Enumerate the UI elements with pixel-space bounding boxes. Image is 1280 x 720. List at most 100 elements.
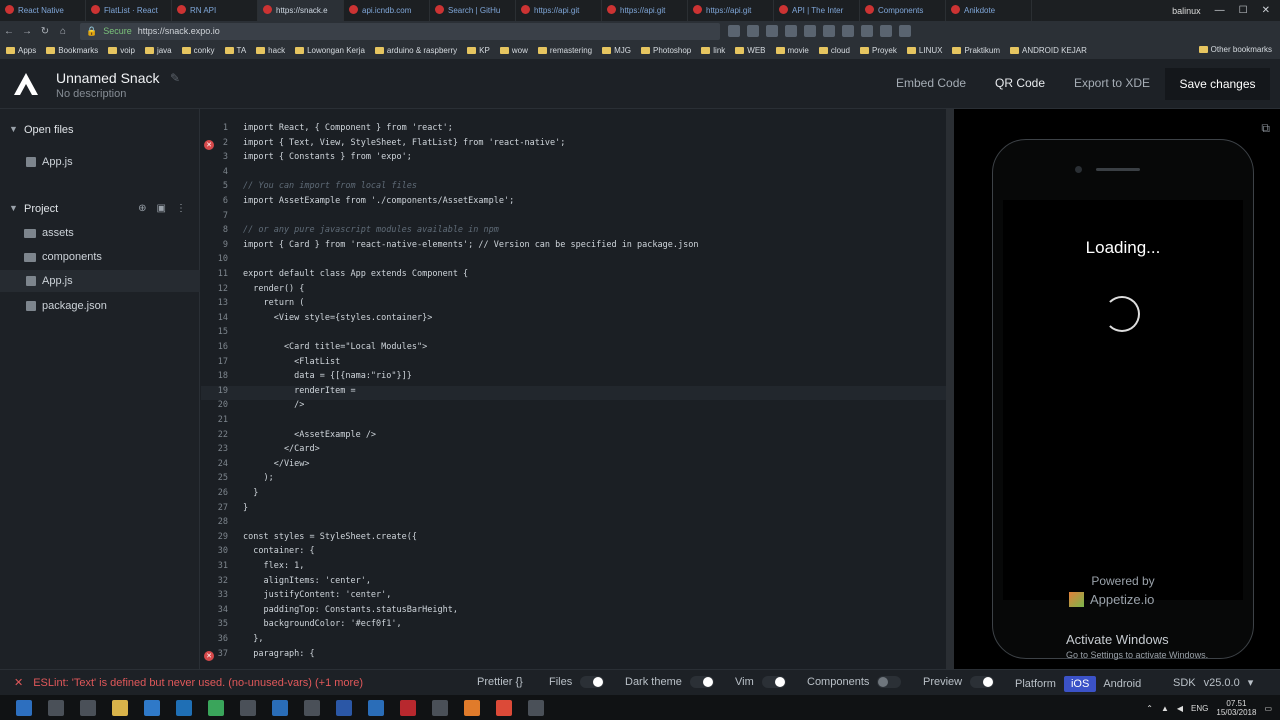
project-item-package-json[interactable]: package.json (0, 295, 200, 317)
windows-start-icon[interactable] (16, 699, 32, 716)
code-line[interactable]: 30 container: { (201, 546, 946, 561)
browser-tab[interactable]: https://snack.e (258, 0, 344, 21)
language-indicator[interactable]: ENG (1191, 704, 1208, 713)
reload-icon[interactable]: ↻ (36, 26, 54, 37)
tray-chevron-icon[interactable]: ⌃ (1146, 704, 1153, 713)
network-icon[interactable]: ▲ (1161, 704, 1169, 713)
extension-icon[interactable] (804, 25, 816, 37)
bookmark-item[interactable]: Praktikum (952, 46, 1000, 55)
code-line[interactable]: ✕ 37 paragraph: { (201, 649, 946, 664)
vscode-icon[interactable] (368, 699, 384, 716)
bookmark-item[interactable]: MJG (602, 46, 631, 55)
code-line[interactable]: 18 data = {[{nama:"rio"}]} (201, 371, 946, 386)
phone-screen[interactable]: Loading... Powered by Appetize.io (1003, 200, 1243, 607)
snack-title[interactable]: Unnamed Snack (56, 70, 160, 86)
file-explorer-icon[interactable] (112, 699, 128, 716)
new-folder-icon[interactable]: ▣ (157, 203, 166, 214)
edge-icon[interactable] (144, 699, 160, 716)
project-header[interactable]: ▼ Project ⊕ ▣ ⋮ (0, 198, 200, 220)
code-line[interactable]: 20 /> (201, 400, 946, 415)
bookmark-item[interactable]: cloud (818, 46, 850, 55)
home-icon[interactable]: ⌂ (54, 26, 72, 37)
bookmark-item[interactable]: ANDROID KEJAR (1010, 46, 1087, 55)
code-line[interactable]: 21 (201, 415, 946, 430)
extension-icon[interactable] (861, 25, 873, 37)
code-line[interactable]: 34 paddingTop: Constants.statusBarHeight… (201, 605, 946, 620)
volume-icon[interactable]: ◀ (1177, 704, 1183, 713)
browser-tab[interactable]: https://api.git (516, 0, 602, 21)
code-line[interactable]: 27} (201, 503, 946, 518)
code-line[interactable]: 12 render() { (201, 284, 946, 299)
bookmark-item[interactable]: arduino & raspberry (374, 46, 457, 55)
open-external-icon[interactable]: ⧉ (1261, 121, 1270, 136)
project-item-components[interactable]: components (0, 246, 200, 268)
bookmark-item[interactable]: conky (181, 46, 215, 55)
browser-tab[interactable]: FlatList · React (86, 0, 172, 21)
forward-icon[interactable]: → (18, 26, 36, 37)
preview-switch[interactable] (970, 676, 995, 688)
bookmark-item[interactable]: Apps (6, 46, 36, 55)
platform-ios-button[interactable]: iOS (1063, 676, 1097, 692)
browser-tab[interactable]: https://api.git (688, 0, 774, 21)
app-icon[interactable] (400, 699, 416, 716)
code-line[interactable]: 14 <View style={styles.container}> (201, 313, 946, 328)
app-icon[interactable] (208, 699, 224, 716)
browser-tab[interactable]: Search | GitHu (430, 0, 516, 21)
code-line[interactable]: 16 <Card title="Local Modules"> (201, 342, 946, 357)
extension-icon[interactable] (880, 25, 892, 37)
app-icon[interactable] (432, 699, 448, 716)
preview-toggle[interactable]: Preview (923, 676, 995, 688)
new-file-icon[interactable]: ⊕ (138, 203, 146, 214)
code-line[interactable]: 15 (201, 327, 946, 342)
code-line[interactable]: 19 renderItem = (201, 385, 946, 401)
notifications-icon[interactable]: ▭ (1264, 704, 1272, 713)
maximize-icon[interactable]: ☐ (1239, 5, 1248, 16)
open-files-header[interactable]: ▼ Open files (0, 119, 200, 141)
export-button[interactable]: Export to XDE (1074, 76, 1150, 90)
project-item-app-js[interactable]: App.js (0, 270, 200, 292)
bookmark-item[interactable]: remastering (537, 46, 592, 55)
browser-tab[interactable]: https://api.git (602, 0, 688, 21)
chrome-icon[interactable] (496, 699, 512, 716)
extension-icon[interactable] (766, 25, 778, 37)
open-file-item[interactable]: App.js (0, 151, 200, 173)
qr-code-button[interactable]: QR Code (995, 76, 1045, 90)
code-line[interactable]: 4 (201, 167, 946, 182)
bookmark-item[interactable]: LINUX (906, 46, 942, 55)
code-line[interactable]: 5 // You can import from local files (201, 181, 946, 196)
clock[interactable]: 07.51 15/03/2018 (1216, 699, 1256, 717)
code-line[interactable]: 26 } (201, 488, 946, 503)
code-line[interactable]: 1 import React, { Component } from 'react… (201, 123, 946, 138)
browser-tab[interactable]: Anikdote (946, 0, 1032, 21)
code-line[interactable]: 32 alignItems: 'center', (201, 576, 946, 591)
close-icon[interactable]: ✕ (1262, 5, 1270, 16)
code-line[interactable]: 28 (201, 517, 946, 532)
task-view-icon[interactable] (80, 699, 96, 716)
code-line[interactable]: 9 import { Card } from 'react-native-elem… (201, 240, 946, 255)
browser-tab[interactable]: Components (860, 0, 946, 21)
prettier-button[interactable]: Prettier {} (477, 676, 523, 688)
extension-icon[interactable] (747, 25, 759, 37)
more-icon[interactable]: ⋮ (176, 203, 186, 214)
browser-tab[interactable]: API | The Inter (774, 0, 860, 21)
code-line[interactable]: 35 backgroundColor: '#ecf0f1', (201, 619, 946, 634)
embed-code-button[interactable]: Embed Code (896, 76, 966, 90)
bookmark-item[interactable]: hack (256, 46, 285, 55)
bookmark-item[interactable]: Proyek (859, 46, 897, 55)
lint-message[interactable]: ✕ ESLint: 'Text' is defined but never us… (14, 676, 363, 690)
files-toggle[interactable]: Files (549, 676, 605, 688)
bookmark-item[interactable]: KP (467, 46, 490, 55)
code-line[interactable]: 22 <AssetExample /> (201, 430, 946, 445)
back-icon[interactable]: ← (0, 26, 18, 37)
code-line[interactable]: 31 flex: 1, (201, 561, 946, 576)
bookmark-item[interactable]: Bookmarks (46, 46, 98, 55)
word-icon[interactable] (336, 699, 352, 716)
code-line[interactable]: 25 ); (201, 473, 946, 488)
bookmark-item[interactable]: WEB (735, 46, 766, 55)
code-line[interactable]: 11 export default class App extends Compo… (201, 269, 946, 284)
bookmark-item[interactable]: voip (108, 46, 135, 55)
browser-tab[interactable]: RN API (172, 0, 258, 21)
code-line[interactable]: 17 <FlatList (201, 357, 946, 372)
code-line[interactable]: 13 return ( (201, 298, 946, 313)
components-toggle[interactable]: Components (807, 676, 902, 688)
